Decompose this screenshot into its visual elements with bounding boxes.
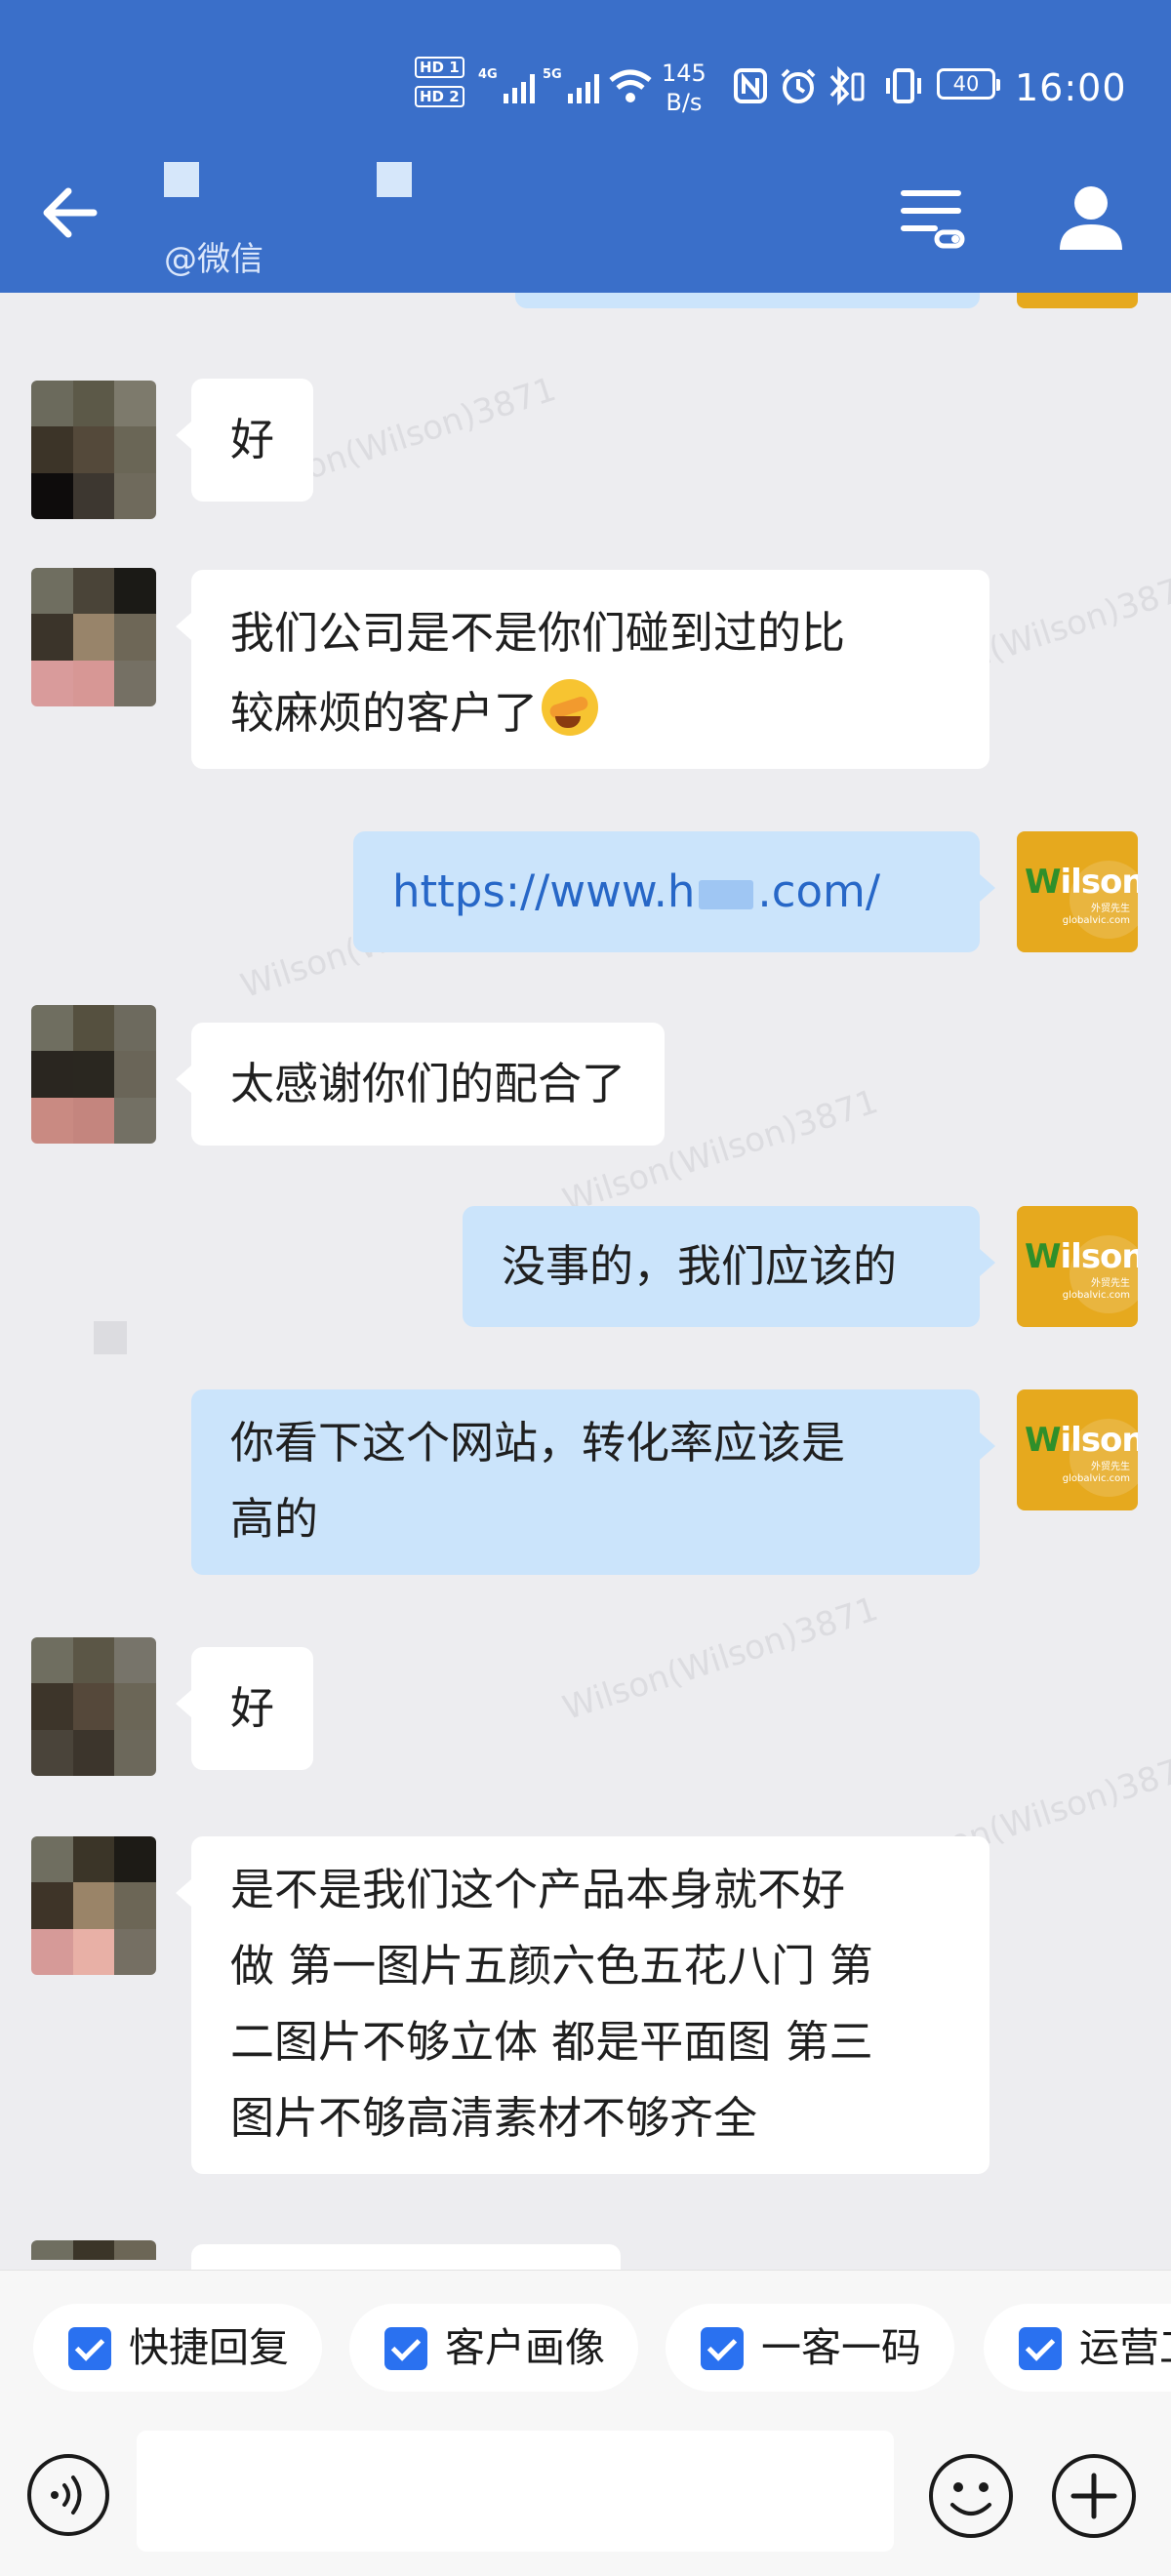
- watermark: Wilson(Wilson)3871: [558, 1589, 883, 1729]
- message-bubble-sent-link[interactable]: https://www.h .com/: [353, 831, 995, 952]
- quick-reply-chip[interactable]: 快捷回复: [33, 2304, 322, 2392]
- shared-link[interactable]: https://www.h .com/: [392, 865, 880, 917]
- svg-text:5G: 5G: [543, 67, 562, 82]
- contact-avatar[interactable]: [31, 568, 156, 706]
- battery-icon: 40: [937, 68, 1000, 100]
- hd-badges: HD 1 HD 2: [415, 57, 464, 115]
- checkbox-checked-icon: [701, 2327, 744, 2370]
- checkbox-checked-icon: [1019, 2327, 1062, 2370]
- redacted-mark: [94, 1321, 127, 1354]
- message-bubble-received[interactable]: [191, 2244, 621, 2270]
- message-bubble-sent[interactable]: 你看下这个网站，转化率应该是 高的: [191, 1389, 995, 1575]
- my-avatar[interactable]: Wilson 外贸先生 globalvic.com: [1017, 1389, 1138, 1510]
- checkbox-checked-icon: [384, 2327, 427, 2370]
- contact-avatar[interactable]: [31, 2240, 156, 2270]
- message-bubble-sent[interactable]: 没事的，我们应该的: [463, 1206, 995, 1327]
- svg-text:4G: 4G: [478, 67, 498, 82]
- one-customer-code-chip[interactable]: 一客一码: [666, 2304, 954, 2392]
- contact-avatar[interactable]: [31, 381, 156, 519]
- customer-profile-chip[interactable]: 客户画像: [349, 2304, 638, 2392]
- message-bubble-received[interactable]: 我们公司是不是你们碰到过的比 较麻烦的客户了: [176, 570, 989, 769]
- message-bubble-received[interactable]: 好: [175, 379, 314, 502]
- chat-message-list[interactable]: Wilson(Wilson)3871 Wilson(Wilson)3871 Wi…: [0, 293, 1171, 2270]
- bluetooth-battery-icon: [829, 65, 865, 106]
- message-bubble-received[interactable]: 太感谢你们的配合了: [175, 1023, 666, 1146]
- hd1-badge: HD 1: [415, 57, 464, 78]
- message-bubble-received[interactable]: 是不是我们这个产品本身就不好 做 第一图片五颜六色五花八门 第 二图片不够立体 …: [176, 1836, 989, 2174]
- operations-chip[interactable]: 运营工: [984, 2304, 1171, 2392]
- emoji-icon[interactable]: [927, 2452, 1015, 2540]
- back-arrow-icon[interactable]: [35, 178, 105, 248]
- contact-avatar[interactable]: [31, 1836, 156, 1975]
- previous-avatar-edge: [1017, 293, 1138, 308]
- status-time: 16:00: [1015, 66, 1127, 109]
- contact-avatar[interactable]: [31, 1637, 156, 1776]
- facepalm-laugh-emoji-icon: [542, 679, 599, 736]
- chat-settings-menu-icon[interactable]: [896, 181, 966, 252]
- voice-input-icon[interactable]: [25, 2452, 111, 2538]
- plus-icon[interactable]: [1050, 2452, 1138, 2540]
- message-bubble-received[interactable]: 好: [175, 1647, 314, 1770]
- profile-icon[interactable]: [1052, 180, 1130, 258]
- wifi-icon: [609, 69, 652, 102]
- nfc-icon: [734, 68, 767, 103]
- contact-name-redacted: [164, 162, 447, 201]
- vibrate-icon: [886, 68, 921, 103]
- hd2-badge: HD 2: [415, 86, 464, 107]
- contact-avatar[interactable]: [31, 1005, 156, 1144]
- message-input[interactable]: [137, 2431, 894, 2552]
- checkbox-checked-icon: [68, 2327, 111, 2370]
- bottom-toolbar: 快捷回复 客户画像 一客一码 运营工: [0, 2270, 1171, 2576]
- contact-source-label: @微信: [164, 240, 263, 279]
- previous-bubble-edge: [515, 293, 980, 308]
- net-speed: 145 B/s: [662, 60, 707, 116]
- alarm-icon: [781, 68, 816, 103]
- my-avatar[interactable]: Wilson 外贸先生 globalvic.com: [1017, 831, 1138, 952]
- my-avatar[interactable]: Wilson 外贸先生 globalvic.com: [1017, 1206, 1138, 1327]
- chat-header: HD 1 HD 2 4G 5G 145 B/s 40 16:00 @微信: [0, 0, 1171, 293]
